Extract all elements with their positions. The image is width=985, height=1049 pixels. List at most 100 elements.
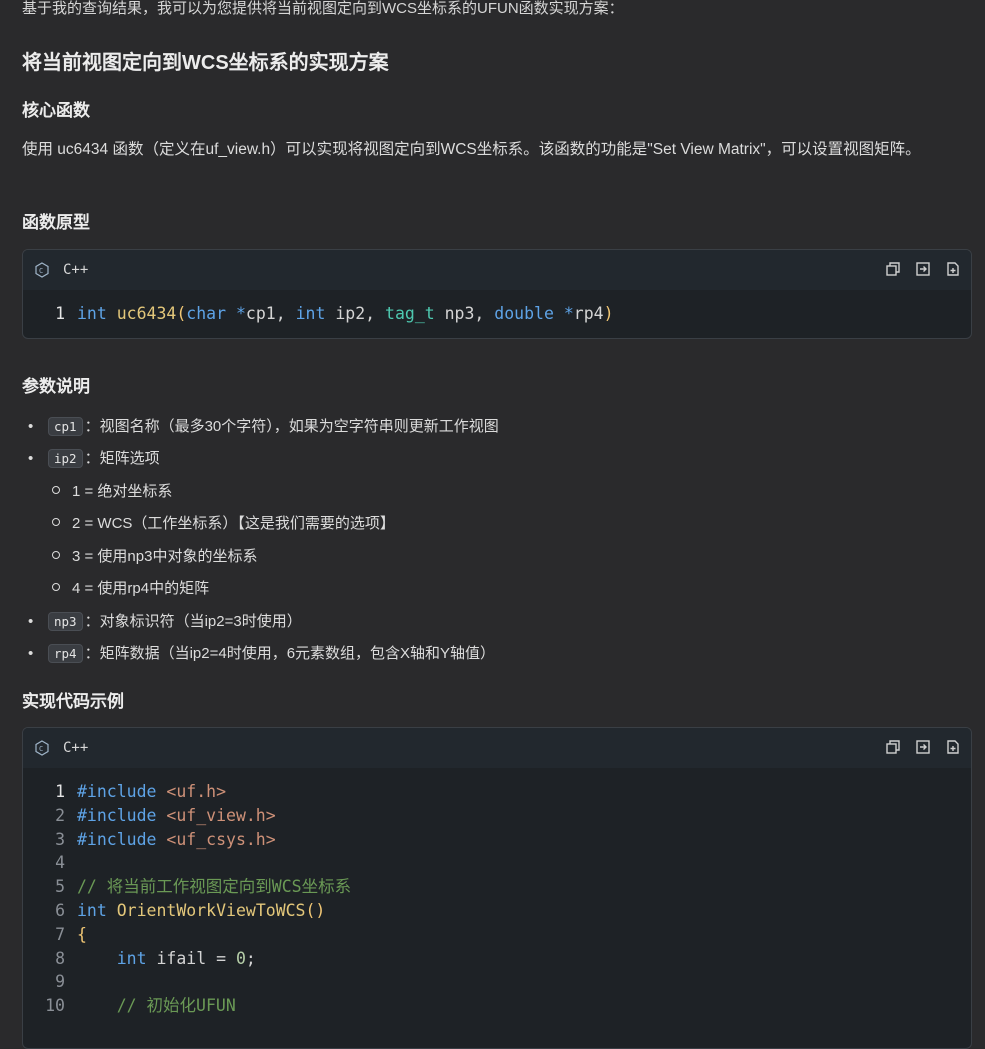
list-item-text: 2 = WCS（工作坐标系）【这是我们需要的选项】: [72, 515, 395, 532]
line-number: 4: [55, 853, 65, 873]
list-subitem: 1 = 绝对坐标系: [52, 480, 172, 501]
token: ): [603, 304, 614, 323]
code-line: 2 #include <uf_view.h>: [23, 804, 971, 828]
token: char: [186, 304, 227, 323]
token: int: [116, 948, 147, 968]
token: ;: [245, 948, 256, 968]
svg-text:C: C: [39, 267, 43, 275]
new-file-icon[interactable]: [945, 261, 961, 277]
code-block-header: C C++: [23, 728, 971, 768]
sub-bullet: [52, 551, 60, 560]
code-line: 4: [23, 851, 971, 875]
token: #include: [77, 805, 167, 825]
list-subitem: 3 = 使用np3中对象的坐标系: [52, 545, 257, 566]
list-item-text: 3 = 使用np3中对象的坐标系: [72, 548, 258, 565]
list-item: • np3 ：对象标识符（当ip2=3时使用）: [28, 610, 302, 631]
code-line: 1 int uc6434(char * cp1, int ip2, tag_t np…: [23, 302, 971, 326]
section-example-heading: 实现代码示例: [22, 692, 124, 711]
token: OrientWorkViewToWCS: [116, 900, 306, 920]
token: 0: [235, 948, 246, 968]
code-line: 7{: [23, 923, 971, 947]
token: {: [77, 924, 87, 944]
code-line: 10 // 初始化UFUN: [23, 994, 971, 1018]
insert-icon[interactable]: [915, 739, 931, 755]
svg-text:C: C: [39, 745, 43, 753]
cpp-language-icon: C: [35, 740, 49, 756]
inline-code: np3: [48, 612, 83, 631]
token: <uf_csys.h>: [166, 829, 276, 849]
list-item-text: 4 = 使用rp4中的矩阵: [72, 580, 210, 597]
list-item-text: ：对象标识符（当ip2=3时使用）: [84, 613, 302, 630]
section-params-heading: 参数说明: [22, 377, 90, 396]
code-line: 9: [23, 970, 971, 994]
list-item: • cp1 ：视图名称（最多30个字符），如果为空字符串则更新工作视图: [28, 415, 499, 436]
section-prototype-heading: 函数原型: [22, 213, 90, 232]
line-number: 1: [55, 304, 65, 323]
line-number: 1: [55, 782, 65, 801]
sub-bullet: [52, 486, 60, 495]
code-language-label: C++: [63, 740, 89, 756]
code-line: 1 #include <uf.h>: [23, 780, 971, 804]
code-block-prototype: C C++ 1 int uc6434(char * cp1, int ip2, ta…: [22, 249, 972, 339]
token: (): [305, 900, 326, 920]
token: cp1,: [245, 304, 296, 323]
line-number: 7: [55, 924, 65, 944]
token: // 将当前工作视图定向到WCS坐标系: [77, 877, 352, 897]
bullet: •: [28, 418, 34, 435]
token: np3,: [434, 304, 495, 323]
list-item-text: 1 = 绝对坐标系: [72, 483, 173, 500]
token: *: [226, 304, 246, 323]
token: uc6434: [116, 304, 177, 323]
token: int: [77, 900, 107, 920]
token: ifail =: [146, 948, 236, 968]
list-item-text: ：视图名称（最多30个字符），如果为空字符串则更新工作视图: [84, 418, 499, 435]
cpp-language-icon: C: [35, 262, 49, 278]
inline-code: rp4: [48, 644, 83, 663]
token: int: [295, 304, 326, 323]
code-line: 3 #include <uf_csys.h>: [23, 828, 971, 852]
code-body: 1 int uc6434(char * cp1, int ip2, tag_t np…: [23, 290, 971, 326]
bullet: •: [28, 645, 34, 662]
token: *: [553, 304, 574, 323]
code-block-example: C C++ 1 #include <uf.h> 2 #include <uf_vie…: [22, 727, 972, 1049]
section-core-heading: 核心函数: [22, 101, 90, 120]
list-item: • rp4 ：矩阵数据（当ip2=4时使用，6元素数组，包含X轴和Y轴值）: [28, 642, 495, 663]
core-paragraph: 使用 uc6434 函数（定义在uf_view.h）可以实现将视图定向到WCS坐…: [22, 141, 921, 158]
token: rp4: [573, 304, 604, 323]
page-title: 将当前视图定向到WCS坐标系的实现方案: [22, 52, 389, 74]
bullet: •: [28, 450, 34, 467]
token: tag_t: [385, 304, 435, 323]
token: #include: [77, 782, 167, 801]
line-number: 2: [55, 805, 65, 825]
line-number: 8: [55, 948, 65, 968]
line-number: 6: [55, 900, 65, 920]
inline-code: cp1: [48, 417, 83, 436]
intro-text: 基于我的查询结果，我可以为您提供将当前视图定向到WCS坐标系的UFUN函数实现方…: [22, 0, 624, 17]
code-language-label: C++: [63, 262, 89, 278]
token: #include: [77, 829, 167, 849]
line-number: 10: [45, 996, 65, 1016]
code-line: 6 int OrientWorkViewToWCS(): [23, 899, 971, 923]
code-block-header: C C++: [23, 250, 971, 290]
code-line: 8 int ifail = 0;: [23, 947, 971, 971]
sub-bullet: [52, 518, 60, 527]
sub-bullet: [52, 583, 60, 592]
code-line: 5 // 将当前工作视图定向到WCS坐标系: [23, 875, 971, 899]
list-item: • ip2 ：矩阵选项: [28, 447, 160, 468]
list-item-text: ：矩阵选项: [84, 450, 160, 467]
copy-icon[interactable]: [885, 739, 901, 755]
list-item-text: ：矩阵数据（当ip2=4时使用，6元素数组，包含X轴和Y轴值）: [84, 645, 496, 662]
insert-icon[interactable]: [915, 261, 931, 277]
token: ip2,: [325, 304, 386, 323]
list-subitem: 4 = 使用rp4中的矩阵: [52, 577, 209, 598]
line-number: 3: [55, 829, 65, 849]
new-file-icon[interactable]: [945, 739, 961, 755]
copy-icon[interactable]: [885, 261, 901, 277]
token: <uf.h>: [166, 782, 227, 801]
token: (: [176, 304, 187, 323]
inline-code: ip2: [48, 449, 83, 468]
bullet: •: [28, 613, 34, 630]
token: <uf_view.h>: [166, 805, 276, 825]
code-body: 1 #include <uf.h> 2 #include <uf_view.h> 3…: [23, 768, 971, 1018]
list-subitem: 2 = WCS（工作坐标系）【这是我们需要的选项】: [52, 512, 395, 533]
